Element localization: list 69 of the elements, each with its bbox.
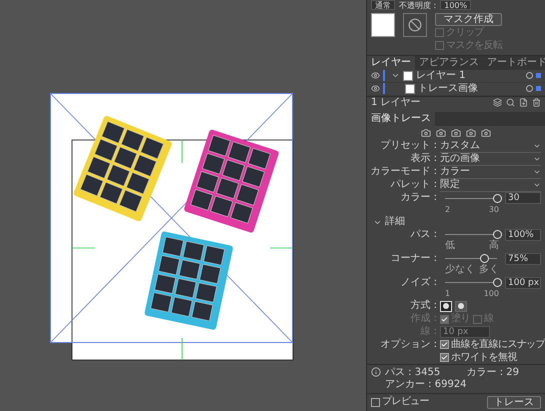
info-icon bbox=[371, 366, 381, 377]
method-option[interactable] bbox=[455, 300, 467, 312]
new-page-icon[interactable] bbox=[519, 98, 528, 108]
layers-icon[interactable] bbox=[493, 98, 502, 108]
trash-icon[interactable] bbox=[532, 98, 541, 108]
stat-text: アンカー : 69924 bbox=[385, 378, 467, 391]
visibility-eye-icon[interactable] bbox=[371, 84, 380, 94]
layer-name[interactable]: レイヤー 1 bbox=[416, 70, 466, 82]
trace-button[interactable]: トレース bbox=[487, 396, 541, 409]
max-label: 30 bbox=[488, 204, 499, 215]
stat-text: パス : 3455 bbox=[385, 366, 442, 379]
field-label: パレット : bbox=[389, 179, 437, 192]
max-label: 多く bbox=[479, 265, 499, 276]
slider-label: カラー : bbox=[399, 192, 437, 204]
field-label: カラーモード : bbox=[369, 166, 437, 178]
checkbox[interactable]: ホワイトを無視 bbox=[440, 352, 517, 364]
value-field[interactable]: 75% bbox=[505, 252, 541, 265]
max-label: 高 bbox=[489, 241, 499, 252]
checkbox[interactable]: 曲線を直線にスナップ bbox=[440, 338, 545, 351]
field-label: 表示 : bbox=[409, 153, 437, 166]
preview-checkbox[interactable]: プレビュー bbox=[371, 396, 430, 408]
field-label: プリセット : bbox=[379, 140, 437, 152]
preset-camera-icon[interactable] bbox=[421, 128, 431, 138]
min-label: 2 bbox=[445, 204, 450, 215]
details-toggle[interactable]: 詳細 bbox=[367, 216, 545, 228]
panel-tab[interactable]: レイヤー bbox=[367, 56, 415, 70]
layer-thumbnail bbox=[403, 70, 413, 81]
target-circle-icon[interactable] bbox=[526, 85, 533, 92]
field-label: オプション : bbox=[379, 338, 437, 351]
dropdown[interactable]: カラー bbox=[440, 166, 541, 179]
check-icon bbox=[441, 316, 448, 323]
max-label: 100 bbox=[484, 288, 499, 299]
slider-thumb[interactable] bbox=[493, 278, 502, 288]
preset-camera-icon[interactable] bbox=[481, 128, 491, 138]
panel-tab[interactable]: 画像トレース bbox=[367, 112, 435, 126]
layer-count: 1 レイヤー bbox=[371, 96, 421, 109]
search-icon[interactable] bbox=[506, 98, 515, 108]
dropdown[interactable]: カスタム bbox=[440, 140, 541, 153]
image-thumbnail bbox=[371, 12, 395, 37]
min-label: 少なく bbox=[445, 265, 475, 276]
stat-text: カラー : 29 bbox=[466, 366, 520, 379]
preset-camera-icon[interactable] bbox=[436, 128, 446, 138]
min-label: 1 bbox=[445, 288, 450, 299]
value-field[interactable]: 100% bbox=[505, 228, 541, 241]
visibility-eye-icon[interactable] bbox=[371, 71, 380, 80]
slider-label: パス : bbox=[409, 228, 437, 241]
no-symbol-icon bbox=[408, 18, 422, 32]
make-mask-button[interactable]: マスク作成 bbox=[435, 12, 502, 26]
field-label: 方式 : bbox=[409, 300, 437, 312]
preset-camera-icon[interactable] bbox=[451, 128, 461, 138]
layer-thumbnail bbox=[405, 84, 415, 94]
slider-thumb[interactable] bbox=[480, 254, 489, 264]
slider-label: コーナー : bbox=[389, 252, 437, 265]
slider-thumb[interactable] bbox=[493, 194, 502, 203]
slider-label: ノイズ : bbox=[399, 276, 437, 289]
preset-camera-icon[interactable] bbox=[466, 128, 476, 138]
opacity-field[interactable]: 100% bbox=[440, 0, 472, 10]
value-field[interactable]: 30 bbox=[505, 192, 541, 204]
layer-name[interactable]: トレース画像 bbox=[418, 82, 478, 95]
value-field[interactable]: 100 px bbox=[505, 276, 541, 289]
slider-thumb[interactable] bbox=[493, 230, 502, 240]
opacity-label: 不透明度 : bbox=[399, 0, 436, 10]
panel-tab[interactable]: アピアランス bbox=[415, 56, 483, 70]
selection-square-icon[interactable] bbox=[536, 73, 541, 78]
dropdown[interactable]: 元の画像 bbox=[440, 152, 541, 166]
target-circle-icon[interactable] bbox=[526, 72, 533, 80]
min-label: 低 bbox=[445, 241, 455, 252]
selection-square-icon[interactable] bbox=[536, 86, 541, 92]
blend-mode-dropdown[interactable]: 通常 bbox=[371, 0, 395, 10]
